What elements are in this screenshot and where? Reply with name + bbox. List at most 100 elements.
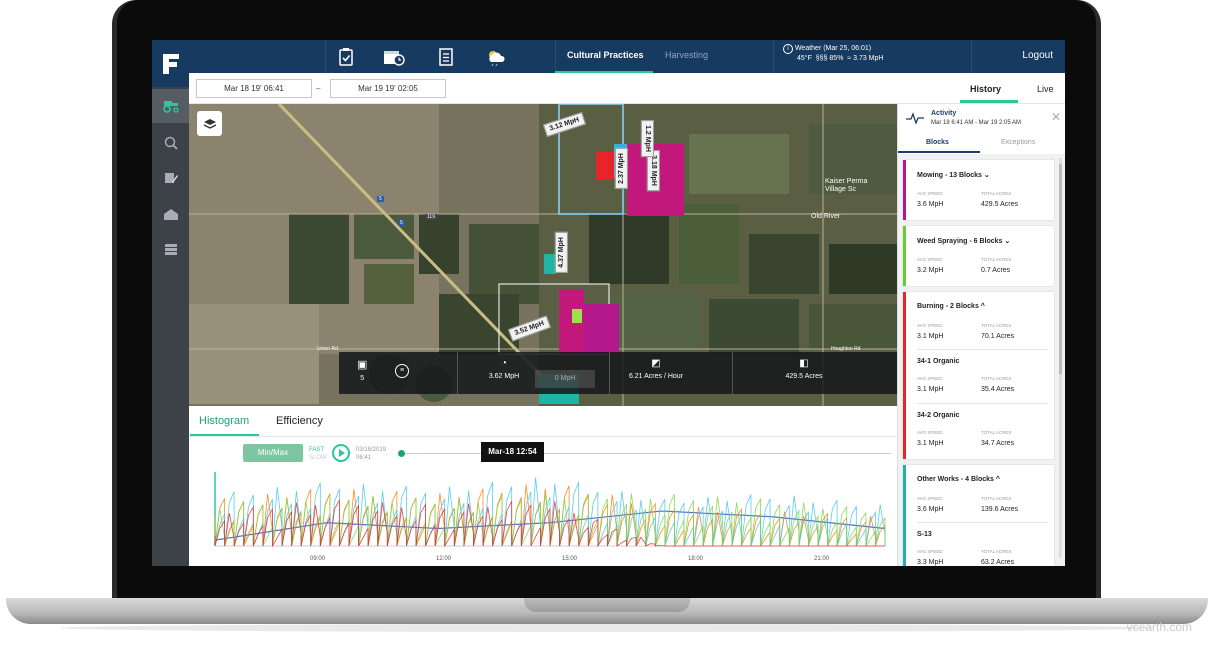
tractor-icon[interactable] (152, 89, 189, 123)
tab-harvesting[interactable]: Harvesting (665, 50, 708, 60)
tab-live[interactable]: Live (1037, 84, 1054, 94)
watermark: vcearth.com (1126, 620, 1192, 634)
chevron-up-icon[interactable]: ^ (996, 476, 1000, 483)
block-group-card[interactable]: Weed Spraying - 6 Blocks ⌄ AVG SPEED TOT… (903, 226, 1054, 286)
satellite-map[interactable]: 3.12 MpH 2.37 MpH 3.18 MpH 1.2 MpH 4.37 … (189, 104, 897, 406)
weather-widget[interactable]: i Weather (Mar 25, 06:01) 45°F §§§ 85% ≈… (783, 44, 883, 64)
logo-icon[interactable] (152, 40, 189, 87)
group-color-bar (903, 292, 906, 459)
divider (917, 522, 1048, 523)
calendar-clock-icon[interactable] (377, 44, 411, 69)
laptop-shadow (60, 624, 1154, 632)
play-button[interactable] (332, 444, 350, 462)
activity-title: Activity (931, 110, 957, 117)
rate-value: 6.21 Acres / Hour (628, 373, 684, 380)
group-color-bar (903, 226, 906, 286)
group-color-bar (903, 160, 906, 220)
total-acres-label: TOTAL ACRES (981, 257, 1012, 262)
tab-histogram[interactable]: Histogram (199, 415, 249, 427)
block-name[interactable]: 34-1 Organic (917, 358, 959, 365)
avg-speed-value: 3.62 MpH (488, 373, 520, 380)
active-tab-indicator (898, 151, 980, 153)
date-range-bar: Mar 18 19' 06:41 – Mar 19 19' 02:05 Hist… (189, 73, 1065, 104)
map-stats-bar: ▣ 5 ≡ ◔ 3.62 MpH 0 MpH ◩ 6.21 Acres / Ho… (339, 352, 897, 394)
group-title: Other Works - 4 Blocks ^ (917, 476, 1000, 483)
total-acres-label: TOTAL ACRES (981, 191, 1012, 196)
block-group-card[interactable]: Other Works - 4 Blocks ^ AVG SPEED TOTAL… (903, 465, 1054, 566)
start-date-field[interactable]: Mar 18 19' 06:41 (196, 79, 312, 98)
stack-icon[interactable] (152, 232, 189, 266)
end-date-field[interactable]: Mar 19 19' 02:05 (330, 79, 446, 98)
total-acres-label: TOTAL ACRES (981, 549, 1012, 554)
block-name[interactable]: S-13 (917, 531, 932, 538)
acres-stat: ◧ 429.5 Acres (779, 358, 829, 380)
min-max-button[interactable]: Min/Max (243, 444, 303, 462)
divider (917, 349, 1048, 350)
speed-tag[interactable]: 1.2 MpH (640, 120, 654, 157)
tab-cultural-practices[interactable]: Cultural Practices (567, 50, 644, 60)
chevron-up-icon[interactable]: ^ (981, 303, 985, 310)
left-nav (152, 40, 189, 566)
weather-icon[interactable] (479, 44, 513, 69)
activity-header: Activity Mar 18 6:41 AM - Mar 19 2:05 AM… (898, 104, 1065, 154)
divider (555, 40, 556, 73)
info-icon: i (783, 44, 793, 54)
avg-speed-label: AVG SPEED (917, 549, 943, 554)
active-tab-indicator (960, 100, 1018, 103)
time-tooltip: Mar-18 12:54 (481, 442, 544, 462)
layers-button[interactable] (197, 111, 222, 136)
vehicles-stat[interactable]: ▣ 5 (357, 358, 367, 382)
tab-exceptions[interactable]: Exceptions (1001, 139, 1035, 146)
total-acres-label: TOTAL ACRES (981, 376, 1012, 381)
total-acres-label: TOTAL ACRES (981, 430, 1012, 435)
total-acres-label: TOTAL ACRES (981, 323, 1012, 328)
total-acres-value: 139.6 Acres (981, 506, 1018, 513)
close-icon[interactable]: ✕ (1051, 110, 1061, 124)
avg-speed-value: 3.1 MpH (917, 333, 944, 340)
total-acres-value: 429.5 Acres (981, 201, 1018, 208)
tab-blocks[interactable]: Blocks (926, 139, 949, 146)
tab-efficiency[interactable]: Efficiency (276, 415, 323, 427)
place-label: Old River (811, 213, 841, 220)
chevron-down-icon[interactable]: ⌄ (984, 172, 990, 179)
total-acres-value: 35.4 Acres (981, 386, 1015, 393)
speedometer-icon: ◔ (500, 358, 508, 369)
timeline-start: 03/18/2019 06:41 (356, 446, 386, 462)
avg-speed-value: 3.2 MpH (917, 267, 944, 274)
histogram-chart (214, 472, 886, 548)
divider (732, 352, 733, 394)
logout-button[interactable]: Logout (1022, 50, 1053, 61)
chevron-down-icon[interactable]: ⌄ (1004, 238, 1010, 245)
timeline-handle[interactable] (398, 450, 405, 457)
avg-speed-label: AVG SPEED (917, 191, 943, 196)
speed-tag[interactable]: 2.37 MpH (614, 148, 628, 189)
total-acres-value: 34.7 Acres (981, 440, 1015, 447)
speed-tag[interactable]: 4.37 MpH (554, 232, 568, 273)
group-title: Weed Spraying - 6 Blocks ⌄ (917, 238, 1011, 245)
scrollbar-thumb[interactable] (1059, 164, 1062, 374)
block-group-card[interactable]: Mowing - 13 Blocks ⌄ AVG SPEED TOTAL ACR… (903, 160, 1054, 220)
layers-icon (203, 118, 216, 129)
barn-icon[interactable] (152, 197, 189, 231)
list-icon[interactable]: ≡ (395, 364, 409, 378)
total-acres-value: 0.7 Acres (981, 267, 1011, 274)
tab-history[interactable]: History (970, 84, 1001, 94)
clipboard-check-icon[interactable] (329, 44, 363, 69)
checklist-icon[interactable] (429, 44, 463, 69)
avg-speed-value: 3.6 MpH (917, 506, 944, 513)
acres-value: 429.5 Acres (785, 373, 823, 380)
pencil-icon[interactable] (152, 161, 189, 195)
playback-speed[interactable]: FAST SLOW (309, 446, 327, 462)
divider (457, 352, 458, 394)
avg-speed-value: 3.6 MpH (917, 201, 944, 208)
search-icon[interactable] (152, 126, 189, 160)
total-acres-value: 63.2 Acres (981, 559, 1015, 566)
fast-label: FAST (309, 447, 325, 453)
block-name[interactable]: 34-2 Organic (917, 412, 959, 419)
block-group-card[interactable]: Burning - 2 Blocks ^ AVG SPEED TOTAL ACR… (903, 292, 1054, 459)
rate-stat: ◩ 6.21 Acres / Hour (621, 358, 691, 380)
wind-icon: ≈ (847, 55, 852, 62)
timeline-track[interactable] (401, 453, 891, 454)
date-separator: – (316, 84, 321, 93)
place-label: Kaiser Perma Village Sc (825, 178, 868, 193)
